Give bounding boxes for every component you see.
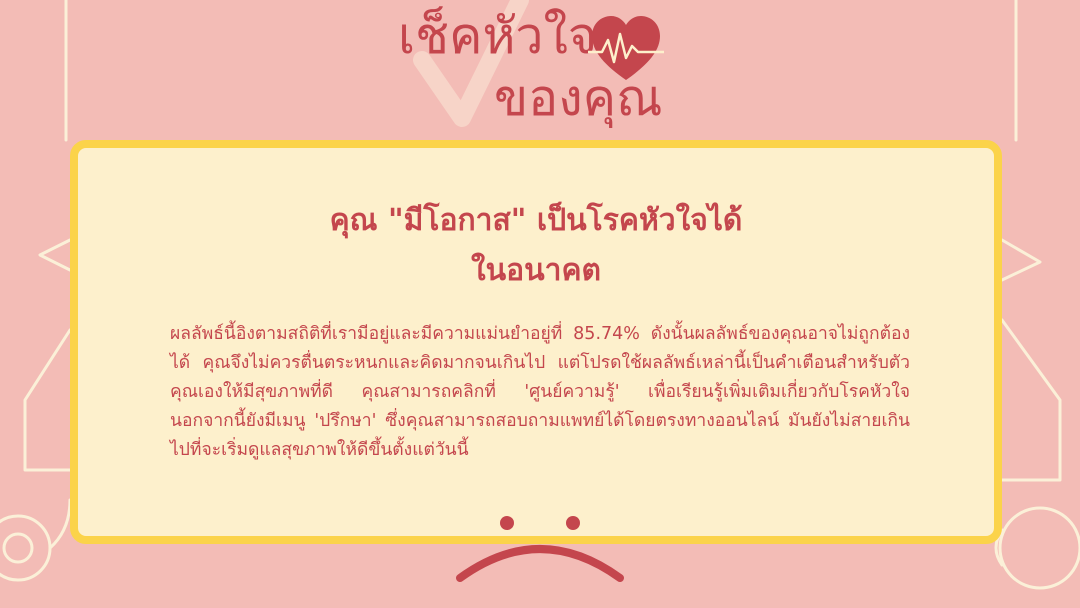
app-title: เช็คหัวใจ ของคุณ — [0, 0, 1080, 140]
result-headline-line-2: ในอนาคต — [470, 253, 602, 288]
result-description: ผลลัพธ์นี้อิงตามสถิติที่เรามีอยู่และมีคว… — [170, 324, 910, 460]
result-headline: คุณ "มีโอกาส" เป็นโรคหัวใจได้ ในอนาคต — [78, 196, 994, 296]
result-headline-line-1: คุณ "มีโอกาส" เป็นโรคหัวใจได้ — [329, 203, 743, 238]
result-card: คุณ "มีโอกาส" เป็นโรคหัวใจได้ ในอนาคต ผล… — [70, 140, 1002, 544]
sad-face-icon — [456, 516, 624, 582]
title-line-1: เช็คหัวใจ — [398, 7, 598, 65]
title-line-2: ของคุณ — [494, 69, 663, 127]
